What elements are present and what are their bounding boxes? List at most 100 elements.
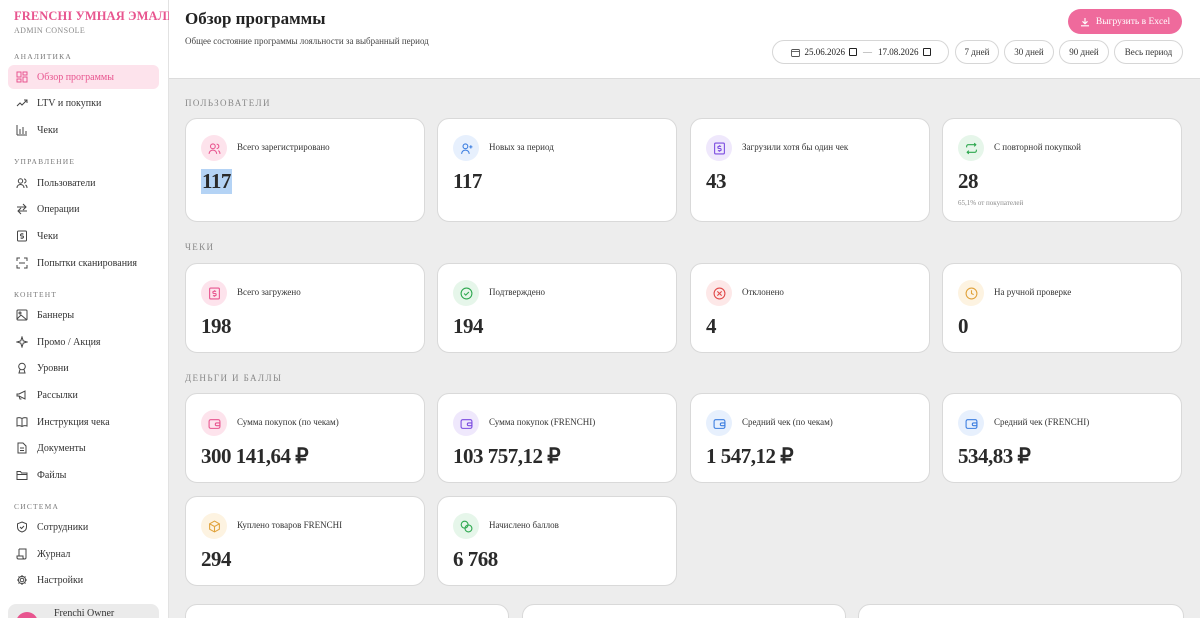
sidebar-item-ltv[interactable]: LTV и покупки bbox=[8, 91, 159, 115]
section-system: СИСТЕМА bbox=[14, 502, 60, 511]
stat-value: 198 bbox=[201, 314, 232, 338]
preset-30-days[interactable]: 30 дней bbox=[1004, 40, 1054, 64]
coins-icon bbox=[453, 513, 479, 539]
stat-label: Куплено товаров FRENCHI bbox=[237, 520, 343, 530]
wallet-icon bbox=[453, 410, 479, 436]
sidebar-item-scan-attempts[interactable]: Попытки сканирования bbox=[8, 251, 159, 275]
users-icon bbox=[16, 177, 28, 189]
stat-card-purchases-receipts: Сумма покупок (по чекам) 300 141,64 ₽ bbox=[185, 393, 425, 483]
stat-card-new-users: Новых за период 117 bbox=[437, 118, 677, 222]
sidebar-item-staff[interactable]: Сотрудники bbox=[8, 515, 159, 539]
stat-note: 65,1% от покупателей bbox=[958, 199, 1024, 207]
stat-label: Подтверждено bbox=[489, 287, 546, 297]
stat-label: Отклонено bbox=[742, 287, 784, 297]
sidebar-item-journal[interactable]: Журнал bbox=[8, 542, 159, 566]
stat-card-items-bought: Куплено товаров FRENCHI 294 bbox=[185, 496, 425, 586]
receipt-icon bbox=[201, 280, 227, 306]
section-content: КОНТЕНТ bbox=[14, 290, 58, 299]
repeat-icon bbox=[958, 135, 984, 161]
download-icon bbox=[1080, 17, 1089, 26]
sidebar-item-receipts[interactable]: Чеки bbox=[8, 224, 159, 248]
sidebar-item-label: Инструкция чека bbox=[37, 416, 110, 428]
stat-label: Средний чек (FRENCHI) bbox=[994, 417, 1090, 427]
stat-value: 103 757,12 ₽ bbox=[453, 444, 561, 468]
sidebar-item-users[interactable]: Пользователи bbox=[8, 171, 159, 195]
stat-card-repeat-purchase: С повторной покупкой 28 65,1% от покупат… bbox=[942, 118, 1182, 222]
avatar bbox=[16, 612, 38, 618]
preset-all-time[interactable]: Весь период bbox=[1114, 40, 1183, 64]
sidebar-item-mailings[interactable]: Рассылки bbox=[8, 383, 159, 407]
sidebar-item-levels[interactable]: Уровни bbox=[8, 356, 159, 380]
section-analytics: АНАЛИТИКА bbox=[14, 52, 72, 61]
sidebar: FRENCHI УМНАЯ ЭМАЛЬ ADMIN CONSOLE АНАЛИТ… bbox=[0, 0, 175, 618]
sidebar-item-label: Баннеры bbox=[37, 309, 75, 321]
date-from[interactable]: 25.06.2026 bbox=[805, 47, 846, 57]
stat-card-uploaded-receipt: Загрузили хотя бы один чек 43 bbox=[690, 118, 930, 222]
page-header: Обзор программы Общее состояние программ… bbox=[169, 0, 1200, 79]
sidebar-item-label: Пользователи bbox=[37, 177, 96, 189]
stat-label: Всего зарегистрировано bbox=[237, 142, 330, 152]
sidebar-item-label: Чеки bbox=[37, 124, 59, 136]
stat-value: 534,83 ₽ bbox=[958, 444, 1031, 468]
sidebar-item-label: Настройки bbox=[37, 574, 84, 586]
calendar-icon bbox=[790, 48, 800, 57]
shield-icon bbox=[16, 521, 28, 533]
sidebar-item-label: Обзор программы bbox=[37, 71, 114, 83]
page-title: Обзор программы bbox=[185, 9, 326, 28]
brand-logo[interactable]: FRENCHI УМНАЯ ЭМАЛЬ bbox=[14, 9, 175, 24]
preset-7-days[interactable]: 7 дней bbox=[955, 40, 999, 64]
stat-card-avg-frenchi: Средний чек (FRENCHI) 534,83 ₽ bbox=[942, 393, 1182, 483]
date-to-picker-icon[interactable] bbox=[922, 48, 931, 56]
sidebar-item-receipt-guide[interactable]: Инструкция чека bbox=[8, 410, 159, 434]
scan-icon bbox=[16, 257, 28, 269]
sidebar-item-promo[interactable]: Промо / Акция bbox=[8, 330, 159, 354]
date-to[interactable]: 17.08.2026 bbox=[878, 47, 919, 57]
receipt-icon bbox=[16, 230, 28, 242]
award-icon bbox=[16, 362, 28, 374]
stat-card-points-accrued: Начислено баллов 6 768 bbox=[437, 496, 677, 586]
sidebar-item-documents[interactable]: Документы bbox=[8, 436, 159, 460]
bar-chart-icon bbox=[16, 124, 28, 136]
megaphone-icon bbox=[16, 389, 28, 401]
stat-value: 117 bbox=[201, 169, 232, 194]
clock-icon bbox=[958, 280, 984, 306]
sidebar-item-receipts-analytics[interactable]: Чеки bbox=[8, 118, 159, 142]
date-from-picker-icon[interactable] bbox=[849, 48, 857, 56]
preset-90-days[interactable]: 90 дней bbox=[1059, 40, 1109, 64]
sidebar-item-files[interactable]: Файлы bbox=[8, 463, 159, 487]
stat-value: 300 141,64 ₽ bbox=[201, 444, 309, 468]
export-excel-button[interactable]: Выгрузить в Excel bbox=[1068, 9, 1182, 34]
user-profile[interactable]: Frenchi Owner bbox=[8, 604, 159, 618]
group-title-money: ДЕНЬГИ И БАЛЛЫ bbox=[185, 373, 283, 383]
scroll-icon bbox=[16, 548, 28, 560]
stat-label: Сумма покупок (по чекам) bbox=[237, 417, 339, 427]
sidebar-item-label: Попытки сканирования bbox=[37, 257, 137, 269]
image-icon bbox=[16, 309, 28, 321]
sidebar-item-label: Чеки bbox=[37, 230, 59, 242]
stat-value: 4 bbox=[706, 314, 717, 338]
wallet-icon bbox=[706, 410, 732, 436]
document-icon bbox=[16, 442, 28, 454]
sparkle-icon bbox=[16, 336, 28, 348]
sidebar-item-settings[interactable]: Настройки bbox=[8, 568, 159, 592]
stat-value: 117 bbox=[453, 169, 482, 193]
trend-up-icon bbox=[16, 97, 28, 109]
chart-card-3 bbox=[858, 604, 1184, 618]
sidebar-item-label: Сотрудники bbox=[37, 521, 89, 533]
date-range-picker[interactable]: 25.06.2026 — 17.08.2026 bbox=[772, 40, 949, 64]
page-subtitle: Общее состояние программы лояльности за … bbox=[185, 36, 429, 46]
sidebar-item-banners[interactable]: Баннеры bbox=[8, 303, 159, 327]
stat-label: С повторной покупкой bbox=[994, 142, 1081, 152]
sidebar-item-operations[interactable]: Операции bbox=[8, 197, 159, 221]
sidebar-item-label: Файлы bbox=[37, 469, 67, 481]
stat-value: 0 bbox=[958, 314, 969, 338]
box-icon bbox=[201, 513, 227, 539]
date-separator: — bbox=[863, 47, 872, 57]
sidebar-item-overview[interactable]: Обзор программы bbox=[8, 65, 159, 89]
chart-card-1 bbox=[185, 604, 509, 618]
wallet-icon bbox=[201, 410, 227, 436]
stat-value: 1 547,12 ₽ bbox=[706, 444, 794, 468]
sidebar-item-label: Уровни bbox=[37, 362, 69, 374]
stat-card-rejected: Отклонено 4 bbox=[690, 263, 930, 353]
sidebar-item-label: Операции bbox=[37, 203, 80, 215]
